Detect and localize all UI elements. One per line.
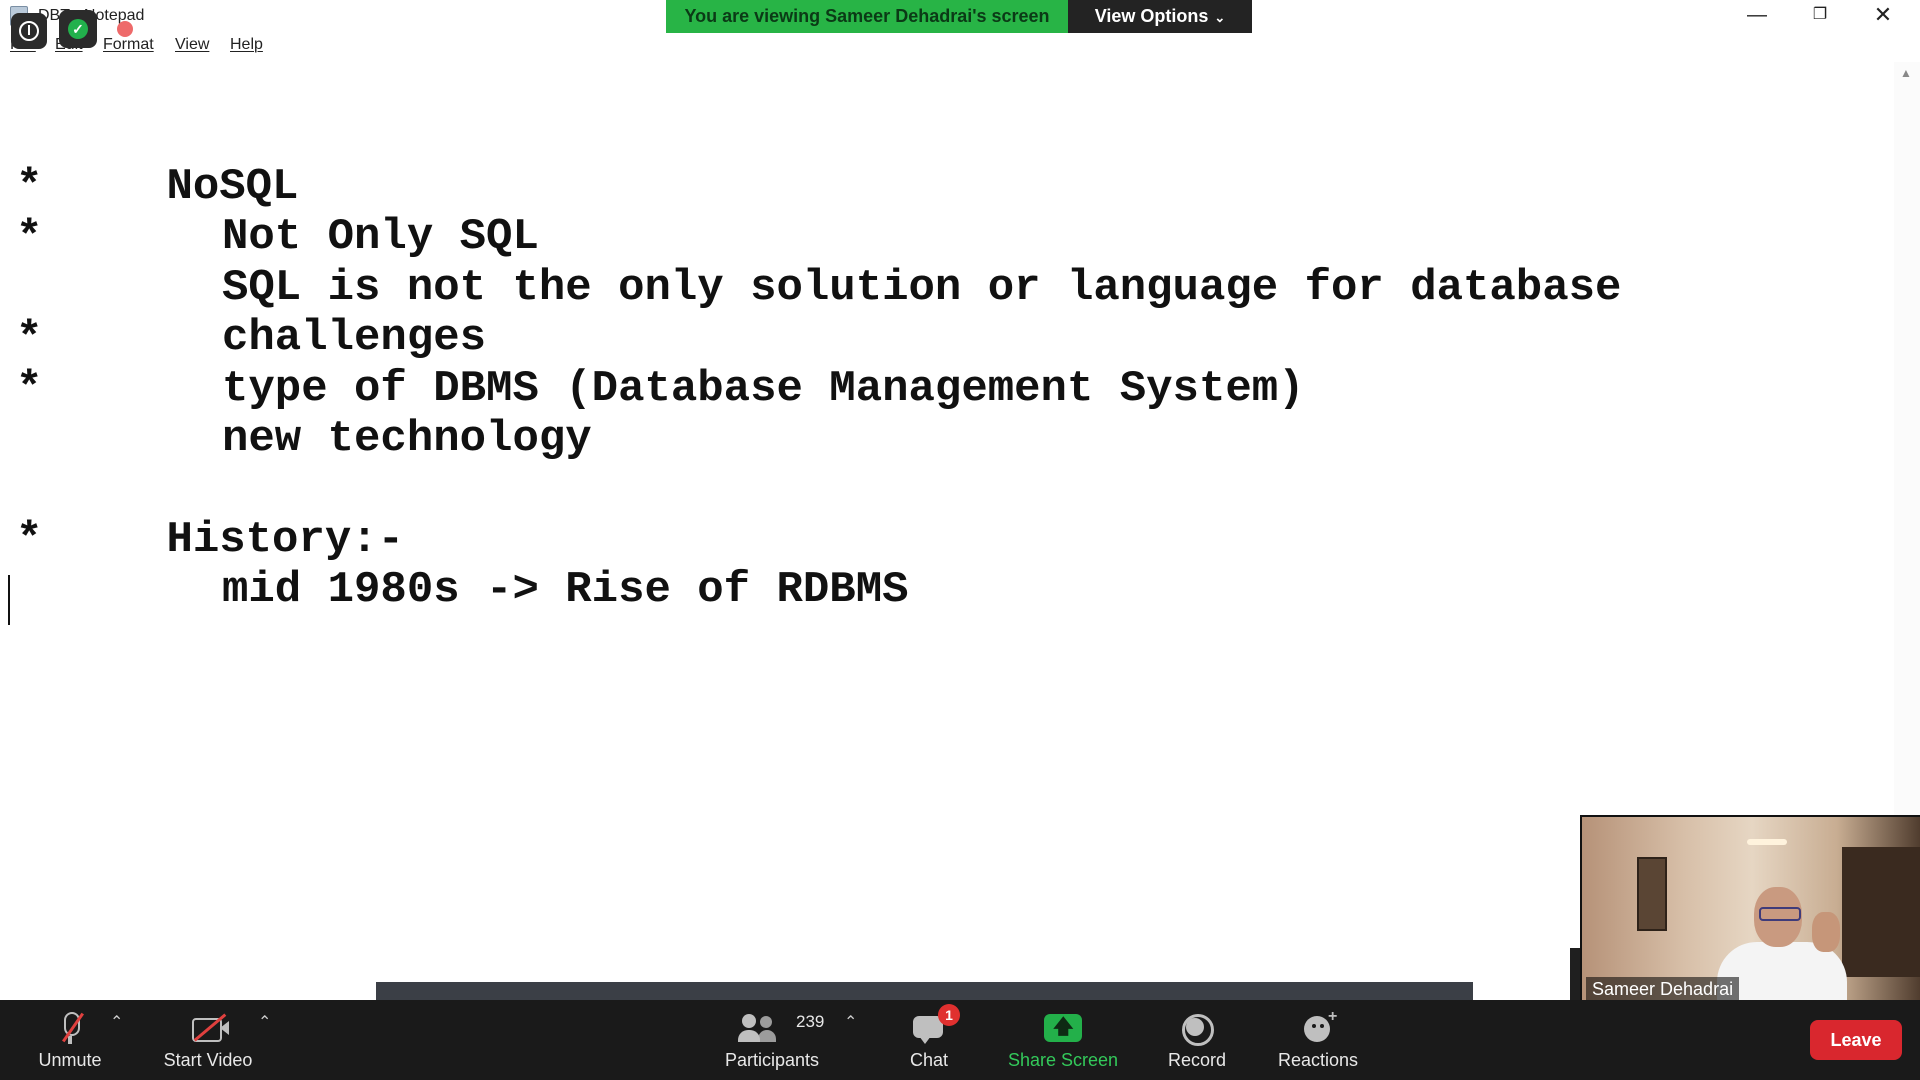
chevron-down-icon: ⌄: [1214, 10, 1226, 25]
close-button[interactable]: ✕: [1853, 0, 1913, 30]
recording-indicator-icon: [117, 21, 133, 37]
meeting-info-icon[interactable]: [11, 13, 47, 49]
participants-label: Participants: [724, 1050, 820, 1070]
viewing-notice: You are viewing Sameer Dehadrai's screen: [666, 0, 1068, 33]
horizontal-scrollbar-thumb[interactable]: [376, 982, 1473, 1000]
menu-bar: File Edit Format View Help: [0, 34, 1920, 58]
video-off-icon: [190, 1012, 229, 1044]
record-button[interactable]: Record: [1162, 1000, 1232, 1080]
view-options-button[interactable]: View Options ⌄: [1068, 0, 1252, 33]
line-text: mid 1980s -> Rise of RDBMS: [222, 565, 909, 615]
chat-button[interactable]: 1 Chat: [894, 1000, 964, 1080]
video-options-caret-icon[interactable]: ⌃: [258, 1012, 271, 1032]
line-text: SQL is not the only solution or language…: [222, 263, 1622, 313]
unmute-label: Unmute: [38, 1050, 102, 1070]
reactions-label: Reactions: [1277, 1050, 1359, 1070]
line-text: NoSQL: [166, 162, 299, 212]
leave-button[interactable]: Leave: [1810, 1020, 1902, 1060]
line-text: Not Only SQL: [222, 212, 539, 262]
line-text: type of DBMS (Database Management System…: [222, 364, 1305, 414]
view-options-label: View Options: [1094, 6, 1209, 26]
meeting-toolbar: Unmute ⌃ Start Video ⌃ 239 Participants …: [0, 1000, 1920, 1080]
video-panel-edge: [1570, 948, 1580, 1000]
participants-icon: [738, 1012, 778, 1044]
participants-count: 239: [796, 1012, 825, 1031]
menu-view[interactable]: View: [175, 36, 209, 54]
share-screen-icon: 🡅: [1044, 1012, 1082, 1044]
muted-microphone-icon: [52, 1012, 88, 1044]
participants-button[interactable]: 239 Participants: [704, 1000, 840, 1080]
reactions-emoji-icon: +: [1300, 1008, 1337, 1044]
presenter-hand: [1812, 912, 1840, 952]
start-video-label: Start Video: [163, 1050, 253, 1070]
restore-button[interactable]: ❐: [1790, 0, 1850, 30]
text-caret: [8, 575, 10, 625]
ceiling-lamp: [1747, 839, 1787, 845]
line-text: challenges: [222, 313, 487, 363]
line-bullet: *: [16, 515, 43, 565]
presenter-video-tile[interactable]: Sameer Dehadrai: [1580, 815, 1920, 1012]
line-bullet: *: [16, 364, 43, 414]
share-screen-label: Share Screen: [1007, 1050, 1119, 1070]
participants-caret-icon[interactable]: ⌃: [844, 1012, 857, 1032]
security-shield-icon[interactable]: ✓: [59, 10, 97, 48]
line-text: History:-: [166, 515, 405, 565]
editor-line: * mid 1980s -> Rise of RDBMS: [8, 465, 909, 665]
wall-frame: [1637, 857, 1667, 931]
record-icon: [1179, 1012, 1215, 1046]
presenter-name-label: Sameer Dehadrai: [1586, 977, 1740, 1002]
minimize-button[interactable]: —: [1727, 0, 1787, 30]
scroll-up-icon[interactable]: ▲: [1900, 66, 1912, 80]
share-banner: You are viewing Sameer Dehadrai's screen…: [666, 0, 1252, 33]
start-video-button[interactable]: Start Video: [148, 1000, 268, 1080]
menu-help[interactable]: Help: [230, 36, 263, 54]
menu-format[interactable]: Format: [103, 36, 154, 54]
chat-unread-badge: 1: [938, 1004, 960, 1026]
chat-label: Chat: [909, 1050, 949, 1070]
shelf: [1842, 847, 1920, 977]
record-label: Record: [1167, 1050, 1227, 1070]
unmute-button[interactable]: Unmute: [18, 1000, 122, 1080]
share-screen-button[interactable]: 🡅 Share Screen: [996, 1000, 1130, 1080]
reactions-button[interactable]: + Reactions: [1262, 1000, 1374, 1080]
presenter-glasses: [1759, 907, 1801, 921]
audio-options-caret-icon[interactable]: ⌃: [110, 1012, 123, 1032]
